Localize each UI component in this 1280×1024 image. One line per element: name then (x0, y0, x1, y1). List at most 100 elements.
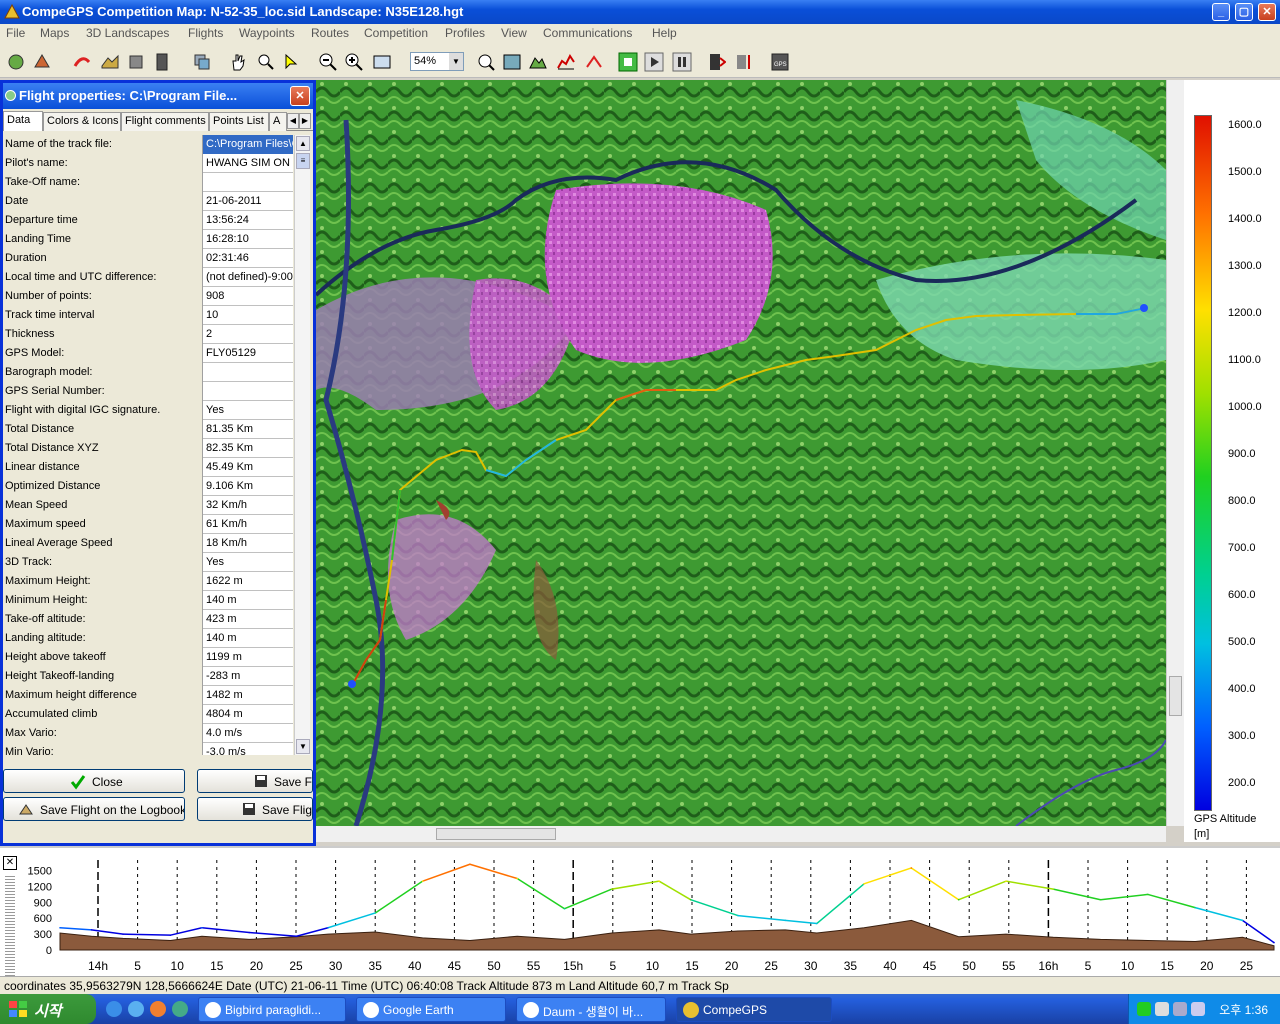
3d-view-icon[interactable] (100, 52, 120, 72)
window-titlebar[interactable]: CompeGPS Competition Map: N-52-35_loc.si… (0, 0, 1280, 24)
analysis-icon[interactable] (584, 52, 604, 72)
zoom-fit-icon[interactable] (372, 52, 392, 72)
property-value[interactable]: 82.35 Km (203, 439, 293, 458)
property-value[interactable]: -283 m (203, 667, 293, 686)
search-icon[interactable] (476, 52, 496, 72)
open-flight-icon[interactable] (72, 52, 92, 72)
property-value[interactable]: 140 m (203, 591, 293, 610)
save-flight-button[interactable]: Save Flight (197, 797, 313, 821)
tab-points-list[interactable]: Points List (209, 112, 269, 131)
gps-upload-icon[interactable] (734, 52, 754, 72)
scroll-thumb[interactable] (1169, 676, 1182, 716)
gps-download-icon[interactable] (706, 52, 727, 72)
waypoint-icon[interactable] (126, 52, 146, 72)
property-row[interactable]: Take-off altitude: 423 m (3, 610, 293, 629)
property-row[interactable]: Total Distance 81.35 Km (3, 420, 293, 439)
property-row[interactable]: Accumulated climb 4804 m (3, 705, 293, 724)
pause-icon[interactable] (672, 52, 692, 72)
property-value[interactable]: FLY05129 (203, 344, 293, 363)
map-view-icon[interactable] (502, 52, 522, 72)
task-google-earth[interactable]: Google Earth (356, 997, 506, 1022)
property-value[interactable]: 45.49 Km (203, 458, 293, 477)
property-value[interactable]: 21-06-2011 (203, 192, 293, 211)
close-window-button[interactable]: ✕ (1258, 3, 1276, 21)
chevron-right-icon[interactable]: ▶ (299, 113, 311, 129)
property-row[interactable]: Height Takeoff-landing -283 m (3, 667, 293, 686)
scroll-down-icon[interactable]: ▼ (296, 739, 310, 754)
scroll-up-icon[interactable]: ▲ (296, 136, 310, 151)
property-value[interactable]: 1482 m (203, 686, 293, 705)
property-row[interactable]: GPS Model: FLY05129 (3, 344, 293, 363)
menu-file[interactable]: File (6, 26, 25, 40)
property-row[interactable]: Maximum speed 61 Km/h (3, 515, 293, 534)
property-row[interactable]: Take-Off name: (3, 173, 293, 192)
property-row[interactable]: Lineal Average Speed 18 Km/h (3, 534, 293, 553)
tab-more[interactable]: A (269, 112, 287, 131)
property-value[interactable] (203, 173, 293, 192)
property-row[interactable]: Flight with digital IGC signature. Yes (3, 401, 293, 420)
property-value[interactable]: 2 (203, 325, 293, 344)
scroll-thumb[interactable]: ≡ (296, 153, 310, 169)
map-view[interactable] (316, 80, 1166, 826)
map-tools-icon[interactable] (32, 52, 52, 72)
maximize-button[interactable]: ▢ (1235, 3, 1253, 21)
browser-quicklaunch-icon[interactable] (150, 1001, 166, 1017)
property-value[interactable]: Yes (203, 553, 293, 572)
dialog-close-icon[interactable]: ✕ (290, 86, 310, 106)
chevron-left-icon[interactable]: ◀ (287, 113, 299, 129)
zoom-select[interactable]: 54% ▼ (410, 52, 464, 71)
tab-colors-icons[interactable]: Colors & Icons (43, 112, 121, 131)
menu-profiles[interactable]: Profiles (445, 26, 485, 40)
property-row[interactable]: Duration 02:31:46 (3, 249, 293, 268)
property-value[interactable]: 18 Km/h (203, 534, 293, 553)
tab-flight-comments[interactable]: Flight comments (121, 112, 209, 131)
close-button[interactable]: Close (3, 769, 185, 793)
menu-waypoints[interactable]: Waypoints (239, 26, 295, 40)
property-value[interactable]: (not defined)-9:00 (203, 268, 293, 287)
property-value[interactable]: Yes (203, 401, 293, 420)
property-value[interactable]: -3.0 m/s (203, 743, 293, 755)
menu-help[interactable]: Help (652, 26, 677, 40)
property-row[interactable]: Name of the track file: C:\Program Files\… (3, 135, 293, 154)
property-row[interactable]: Maximum Height: 1622 m (3, 572, 293, 591)
property-row[interactable]: Date 21-06-2011 (3, 192, 293, 211)
property-value[interactable] (203, 363, 293, 382)
layers-icon[interactable] (192, 52, 212, 72)
zoom-in-icon[interactable] (344, 52, 364, 72)
property-value[interactable]: 32 Km/h (203, 496, 293, 515)
forward-icon[interactable] (644, 52, 664, 72)
start-button[interactable]: 시작 (0, 994, 96, 1024)
property-row[interactable]: Departure time 13:56:24 (3, 211, 293, 230)
property-value[interactable]: 13:56:24 (203, 211, 293, 230)
task-bigbird[interactable]: Bigbird paraglidi... (198, 997, 346, 1022)
play-icon[interactable] (618, 52, 638, 72)
property-row[interactable]: Number of points: 908 (3, 287, 293, 306)
save-file-button[interactable]: Save Fli (197, 769, 313, 793)
volume-icon[interactable] (1173, 1002, 1187, 1016)
property-value[interactable]: 140 m (203, 629, 293, 648)
property-value[interactable]: 1199 m (203, 648, 293, 667)
property-value[interactable]: 4.0 m/s (203, 724, 293, 743)
property-row[interactable]: Mean Speed 32 Km/h (3, 496, 293, 515)
property-row[interactable]: 3D Track: Yes (3, 553, 293, 572)
menu-routes[interactable]: Routes (311, 26, 349, 40)
profile-chart-icon[interactable] (556, 52, 576, 72)
property-row[interactable]: Height above takeoff 1199 m (3, 648, 293, 667)
menu-competition[interactable]: Competition (364, 26, 428, 40)
tab-data[interactable]: Data (3, 111, 43, 131)
gps-device-icon[interactable] (152, 52, 172, 72)
network-icon[interactable] (1155, 1002, 1169, 1016)
property-row[interactable]: Landing Time 16:28:10 (3, 230, 293, 249)
open-map-icon[interactable] (6, 52, 26, 72)
property-row[interactable]: Max Vario: 4.0 m/s (3, 724, 293, 743)
menu-3d-landscapes[interactable]: 3D Landscapes (86, 26, 169, 40)
property-value[interactable]: 423 m (203, 610, 293, 629)
ie-quicklaunch-icon[interactable] (106, 1001, 122, 1017)
property-value[interactable]: 908 (203, 287, 293, 306)
ie-quicklaunch-icon[interactable] (128, 1001, 144, 1017)
property-row[interactable]: Track time interval 10 (3, 306, 293, 325)
property-row[interactable]: Min Vario: -3.0 m/s (3, 743, 293, 755)
altitude-profile-chart[interactable]: 14h 5 10 15 20 25 30 35 40 45 50 55 15h 5 10 15 20 25 30 35… (0, 848, 1280, 978)
property-row[interactable]: Local time and UTC difference: (not defin… (3, 268, 293, 287)
map-vertical-scrollbar[interactable] (1166, 80, 1184, 826)
